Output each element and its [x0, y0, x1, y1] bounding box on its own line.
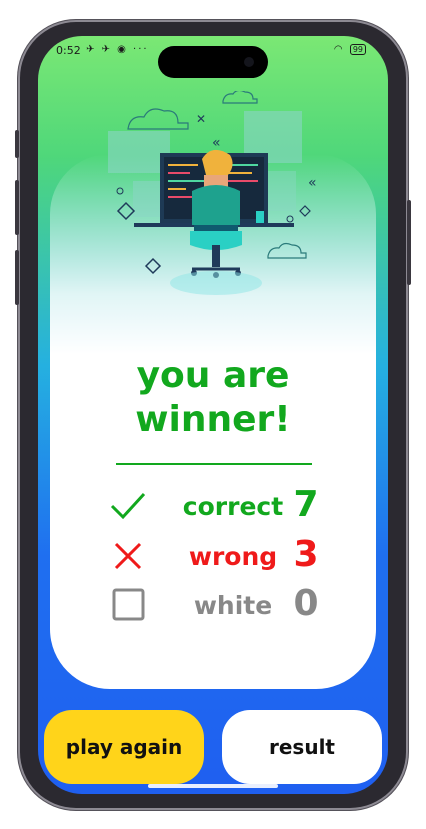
developer-illustration: ✕ « «	[108, 91, 317, 295]
cross-icon	[114, 542, 142, 570]
divider	[116, 463, 312, 465]
stat-label-white: white	[193, 591, 273, 620]
empty-box-icon	[112, 588, 145, 621]
result-title: you are winner!	[50, 354, 376, 442]
svg-text:✕: ✕	[196, 112, 206, 126]
stat-row-correct: correct 7	[108, 484, 328, 526]
notification-icons: ✈ ✈ ◉ ···	[86, 44, 149, 55]
check-icon	[110, 492, 146, 520]
camera-icon	[244, 57, 254, 67]
title-line-1: you are	[136, 355, 290, 396]
system-icons: ◠ 99	[334, 44, 366, 55]
battery-icon: 99	[349, 44, 366, 55]
side-button	[15, 130, 19, 158]
title-line-2: winner!	[135, 399, 291, 440]
stat-label-wrong: wrong	[188, 542, 278, 571]
app-screen: 0:52 ✈ ✈ ◉ ··· ◠ 99 ✕ « « you are winner…	[38, 36, 388, 794]
power-button	[407, 200, 411, 285]
stat-value-wrong: 3	[293, 534, 319, 575]
svg-text:«: «	[212, 135, 221, 151]
result-button[interactable]: result	[222, 710, 382, 784]
stat-value-correct: 7	[293, 484, 319, 525]
volume-up-button	[15, 180, 19, 235]
stat-value-white: 0	[293, 583, 319, 624]
play-again-button[interactable]: play again	[44, 710, 204, 784]
volume-down-button	[15, 250, 19, 305]
home-indicator[interactable]	[148, 784, 278, 788]
stat-row-wrong: wrong 3	[108, 534, 328, 576]
stat-label-correct: correct	[182, 492, 284, 521]
status-time: 0:52	[56, 44, 81, 57]
svg-text:«: «	[308, 175, 317, 191]
stat-row-white: white 0	[108, 583, 328, 625]
dynamic-island	[158, 46, 268, 78]
wifi-icon: ◠	[333, 44, 343, 55]
